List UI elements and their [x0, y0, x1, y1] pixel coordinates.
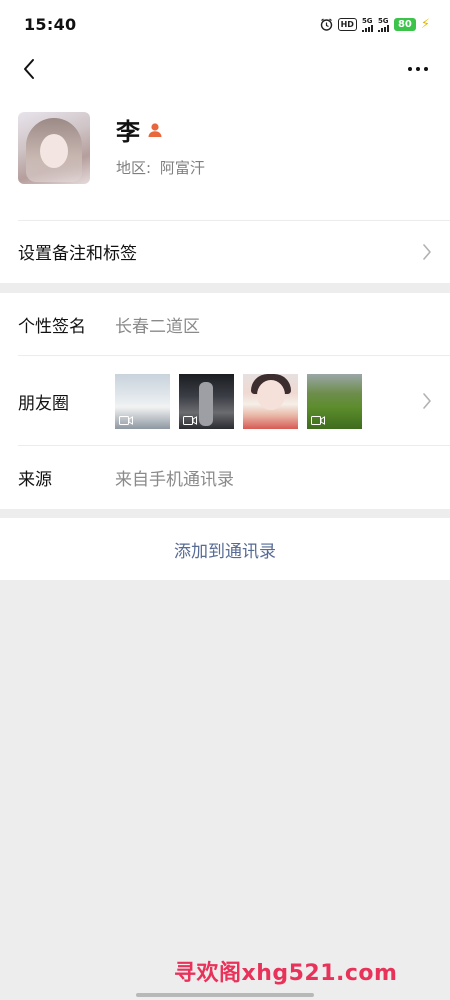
hd-icon: HD: [337, 17, 357, 31]
add-to-contacts-button[interactable]: 添加到通讯录: [0, 518, 450, 580]
info-card: 个性签名 长春二道区 朋友圈 来源 来自手机通讯录: [0, 293, 450, 509]
thumbnail-figure: [199, 381, 213, 426]
back-button[interactable]: [14, 54, 44, 84]
source-label: 来源: [18, 470, 52, 490]
contact-name: 李: [116, 118, 140, 146]
status-bar: 15:40 HD 5G 5G 80 ⚡: [0, 0, 450, 48]
chevron-right-icon: [423, 243, 431, 260]
moments-thumbnails: [115, 373, 362, 429]
region-value: 阿富汗: [159, 159, 205, 177]
watermark: 寻欢阁xhg521.com: [174, 961, 398, 986]
signature-value: 长春二道区: [115, 317, 200, 337]
avatar-face: [40, 134, 68, 168]
more-options-button[interactable]: [400, 54, 436, 84]
region-label: 地区:: [116, 159, 152, 177]
source-value: 来自手机通讯录: [115, 470, 234, 490]
name-row: 李: [116, 112, 205, 147]
remark-card: 设置备注和标签: [0, 220, 450, 283]
more-dot-icon: [408, 67, 412, 71]
nav-bar: [0, 48, 450, 90]
battery-icon: 80: [393, 17, 416, 31]
video-icon: [119, 415, 133, 425]
signature-row: 个性签名 长春二道区: [0, 293, 450, 356]
more-dot-icon: [416, 67, 420, 71]
source-row: 来源 来自手机通讯录: [0, 446, 450, 509]
female-person-icon: [146, 121, 164, 139]
signal-5g-icon-2: 5G: [377, 16, 389, 32]
home-indicator[interactable]: [136, 993, 314, 997]
signal-5g-icon: 5G: [361, 16, 373, 32]
region-row: 地区: 阿富汗: [116, 157, 205, 178]
add-to-contacts-label: 添加到通讯录: [174, 541, 276, 562]
status-icons: HD 5G 5G 80 ⚡: [320, 17, 430, 32]
moment-thumbnail[interactable]: [179, 373, 234, 429]
avatar[interactable]: [18, 112, 90, 184]
moment-thumbnail[interactable]: [243, 373, 298, 429]
moment-thumbnail[interactable]: [307, 373, 362, 429]
alarm-icon: [320, 18, 333, 31]
chevron-right-icon: [423, 393, 431, 409]
signal-label: 5G: [361, 16, 373, 25]
status-time: 15:40: [24, 14, 77, 34]
remark-label: 设置备注和标签: [18, 244, 137, 264]
divider: [18, 220, 450, 221]
moments-row[interactable]: 朋友圈: [0, 356, 450, 446]
more-dot-icon: [424, 67, 428, 71]
charging-bolt-icon: ⚡: [420, 16, 430, 32]
chevron-left-icon: [24, 59, 34, 79]
remark-and-tags-row[interactable]: 设置备注和标签: [0, 220, 450, 283]
profile-header: 李 地区: 阿富汗: [0, 90, 450, 220]
signature-label: 个性签名: [18, 317, 86, 337]
moments-label: 朋友圈: [18, 393, 69, 414]
video-icon: [311, 415, 325, 425]
moment-thumbnail[interactable]: [115, 373, 170, 429]
signal-label-2: 5G: [377, 16, 389, 25]
video-icon: [183, 415, 197, 425]
thumbnail-face: [257, 379, 285, 410]
profile-info: 李 地区: 阿富汗: [116, 112, 205, 220]
